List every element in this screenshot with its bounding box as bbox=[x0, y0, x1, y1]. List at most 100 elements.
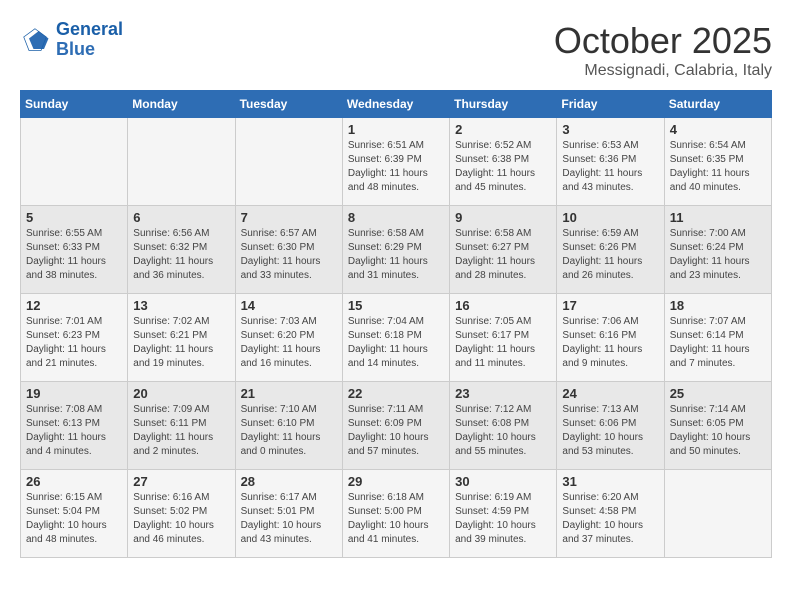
header: General Blue October 2025 Messignadi, Ca… bbox=[20, 20, 772, 80]
calendar-cell: 3 Sunrise: 6:53 AM Sunset: 6:36 PM Daylig… bbox=[557, 118, 664, 206]
weekday-header-row: SundayMondayTuesdayWednesdayThursdayFrid… bbox=[21, 91, 772, 118]
day-number: 23 bbox=[455, 386, 551, 401]
weekday-header-saturday: Saturday bbox=[664, 91, 771, 118]
location-subtitle: Messignadi, Calabria, Italy bbox=[554, 62, 772, 80]
day-number: 11 bbox=[670, 210, 766, 225]
day-info: Sunrise: 7:00 AM Sunset: 6:24 PM Dayligh… bbox=[670, 227, 766, 283]
day-info: Sunrise: 6:17 AM Sunset: 5:01 PM Dayligh… bbox=[241, 491, 337, 547]
day-info: Sunrise: 6:20 AM Sunset: 4:58 PM Dayligh… bbox=[562, 491, 658, 547]
day-info: Sunrise: 7:07 AM Sunset: 6:14 PM Dayligh… bbox=[670, 315, 766, 371]
day-number: 29 bbox=[348, 474, 444, 489]
day-info: Sunrise: 7:01 AM Sunset: 6:23 PM Dayligh… bbox=[26, 315, 122, 371]
calendar-cell: 22Sunrise: 7:11 AM Sunset: 6:09 PM Dayli… bbox=[342, 382, 449, 470]
day-info: Sunrise: 6:16 AM Sunset: 5:02 PM Dayligh… bbox=[133, 491, 229, 547]
day-number: 26 bbox=[26, 474, 122, 489]
calendar-cell: 8 Sunrise: 6:58 AM Sunset: 6:29 PM Daylig… bbox=[342, 206, 449, 294]
weekday-header-thursday: Thursday bbox=[450, 91, 557, 118]
day-number: 13 bbox=[133, 298, 229, 313]
day-number: 5 bbox=[26, 210, 122, 225]
day-number: 30 bbox=[455, 474, 551, 489]
day-info: Sunrise: 7:14 AM Sunset: 6:05 PM Dayligh… bbox=[670, 403, 766, 459]
day-number: 28 bbox=[241, 474, 337, 489]
calendar-cell: 16Sunrise: 7:05 AM Sunset: 6:17 PM Dayli… bbox=[450, 294, 557, 382]
day-number: 3 bbox=[562, 122, 658, 137]
day-number: 20 bbox=[133, 386, 229, 401]
day-info: Sunrise: 6:15 AM Sunset: 5:04 PM Dayligh… bbox=[26, 491, 122, 547]
day-number: 24 bbox=[562, 386, 658, 401]
calendar-cell: 27 Sunrise: 6:16 AM Sunset: 5:02 PM Dayli… bbox=[128, 470, 235, 558]
calendar-cell bbox=[235, 118, 342, 206]
calendar-cell: 10 Sunrise: 6:59 AM Sunset: 6:26 PM Dayli… bbox=[557, 206, 664, 294]
calendar-cell: 1 Sunrise: 6:51 AM Sunset: 6:39 PM Daylig… bbox=[342, 118, 449, 206]
calendar-cell bbox=[664, 470, 771, 558]
day-info: Sunrise: 7:05 AM Sunset: 6:17 PM Dayligh… bbox=[455, 315, 551, 371]
logo-icon bbox=[20, 25, 50, 55]
logo-line2: Blue bbox=[56, 39, 95, 59]
day-info: Sunrise: 6:57 AM Sunset: 6:30 PM Dayligh… bbox=[241, 227, 337, 283]
calendar-cell: 25Sunrise: 7:14 AM Sunset: 6:05 PM Dayli… bbox=[664, 382, 771, 470]
calendar-cell: 18 Sunrise: 7:07 AM Sunset: 6:14 PM Dayli… bbox=[664, 294, 771, 382]
day-info: Sunrise: 6:54 AM Sunset: 6:35 PM Dayligh… bbox=[670, 139, 766, 195]
calendar-cell: 30Sunrise: 6:19 AM Sunset: 4:59 PM Dayli… bbox=[450, 470, 557, 558]
weekday-header-tuesday: Tuesday bbox=[235, 91, 342, 118]
logo-line1: General bbox=[56, 19, 123, 39]
day-info: Sunrise: 7:08 AM Sunset: 6:13 PM Dayligh… bbox=[26, 403, 122, 459]
day-number: 2 bbox=[455, 122, 551, 137]
calendar-cell: 9 Sunrise: 6:58 AM Sunset: 6:27 PM Daylig… bbox=[450, 206, 557, 294]
weekday-header-wednesday: Wednesday bbox=[342, 91, 449, 118]
day-number: 27 bbox=[133, 474, 229, 489]
calendar-week-row: 26 Sunrise: 6:15 AM Sunset: 5:04 PM Dayli… bbox=[21, 470, 772, 558]
day-number: 18 bbox=[670, 298, 766, 313]
day-info: Sunrise: 7:10 AM Sunset: 6:10 PM Dayligh… bbox=[241, 403, 337, 459]
day-info: Sunrise: 6:53 AM Sunset: 6:36 PM Dayligh… bbox=[562, 139, 658, 195]
logo: General Blue bbox=[20, 20, 123, 60]
calendar-cell: 24 Sunrise: 7:13 AM Sunset: 6:06 PM Dayli… bbox=[557, 382, 664, 470]
day-info: Sunrise: 7:04 AM Sunset: 6:18 PM Dayligh… bbox=[348, 315, 444, 371]
day-info: Sunrise: 6:58 AM Sunset: 6:27 PM Dayligh… bbox=[455, 227, 551, 283]
weekday-header-sunday: Sunday bbox=[21, 91, 128, 118]
calendar-cell: 14Sunrise: 7:03 AM Sunset: 6:20 PM Dayli… bbox=[235, 294, 342, 382]
day-number: 1 bbox=[348, 122, 444, 137]
day-info: Sunrise: 6:51 AM Sunset: 6:39 PM Dayligh… bbox=[348, 139, 444, 195]
calendar-cell: 20 Sunrise: 7:09 AM Sunset: 6:11 PM Dayli… bbox=[128, 382, 235, 470]
calendar-cell: 31 Sunrise: 6:20 AM Sunset: 4:58 PM Dayli… bbox=[557, 470, 664, 558]
calendar-cell: 28 Sunrise: 6:17 AM Sunset: 5:01 PM Dayli… bbox=[235, 470, 342, 558]
month-title: October 2025 bbox=[554, 20, 772, 62]
day-number: 31 bbox=[562, 474, 658, 489]
calendar-cell: 26 Sunrise: 6:15 AM Sunset: 5:04 PM Dayli… bbox=[21, 470, 128, 558]
calendar-cell: 2 Sunrise: 6:52 AM Sunset: 6:38 PM Daylig… bbox=[450, 118, 557, 206]
day-number: 6 bbox=[133, 210, 229, 225]
day-number: 9 bbox=[455, 210, 551, 225]
day-info: Sunrise: 6:52 AM Sunset: 6:38 PM Dayligh… bbox=[455, 139, 551, 195]
title-area: October 2025 Messignadi, Calabria, Italy bbox=[554, 20, 772, 80]
calendar-cell: 29Sunrise: 6:18 AM Sunset: 5:00 PM Dayli… bbox=[342, 470, 449, 558]
calendar-cell: 11 Sunrise: 7:00 AM Sunset: 6:24 PM Dayli… bbox=[664, 206, 771, 294]
calendar-cell: 21Sunrise: 7:10 AM Sunset: 6:10 PM Dayli… bbox=[235, 382, 342, 470]
day-info: Sunrise: 7:09 AM Sunset: 6:11 PM Dayligh… bbox=[133, 403, 229, 459]
calendar-table: SundayMondayTuesdayWednesdayThursdayFrid… bbox=[20, 90, 772, 558]
calendar-cell: 7 Sunrise: 6:57 AM Sunset: 6:30 PM Daylig… bbox=[235, 206, 342, 294]
calendar-cell bbox=[128, 118, 235, 206]
calendar-cell: 19 Sunrise: 7:08 AM Sunset: 6:13 PM Dayli… bbox=[21, 382, 128, 470]
calendar-week-row: 5 Sunrise: 6:55 AM Sunset: 6:33 PM Daylig… bbox=[21, 206, 772, 294]
calendar-week-row: 1 Sunrise: 6:51 AM Sunset: 6:39 PM Daylig… bbox=[21, 118, 772, 206]
day-number: 17 bbox=[562, 298, 658, 313]
day-info: Sunrise: 7:06 AM Sunset: 6:16 PM Dayligh… bbox=[562, 315, 658, 371]
day-info: Sunrise: 6:59 AM Sunset: 6:26 PM Dayligh… bbox=[562, 227, 658, 283]
day-number: 8 bbox=[348, 210, 444, 225]
day-info: Sunrise: 6:58 AM Sunset: 6:29 PM Dayligh… bbox=[348, 227, 444, 283]
day-info: Sunrise: 7:03 AM Sunset: 6:20 PM Dayligh… bbox=[241, 315, 337, 371]
day-info: Sunrise: 7:13 AM Sunset: 6:06 PM Dayligh… bbox=[562, 403, 658, 459]
day-number: 10 bbox=[562, 210, 658, 225]
day-info: Sunrise: 6:55 AM Sunset: 6:33 PM Dayligh… bbox=[26, 227, 122, 283]
day-info: Sunrise: 7:11 AM Sunset: 6:09 PM Dayligh… bbox=[348, 403, 444, 459]
day-number: 19 bbox=[26, 386, 122, 401]
calendar-week-row: 12Sunrise: 7:01 AM Sunset: 6:23 PM Dayli… bbox=[21, 294, 772, 382]
weekday-header-monday: Monday bbox=[128, 91, 235, 118]
calendar-cell: 12Sunrise: 7:01 AM Sunset: 6:23 PM Dayli… bbox=[21, 294, 128, 382]
logo-text: General Blue bbox=[56, 20, 123, 60]
day-number: 15 bbox=[348, 298, 444, 313]
calendar-cell: 23Sunrise: 7:12 AM Sunset: 6:08 PM Dayli… bbox=[450, 382, 557, 470]
calendar-cell: 13Sunrise: 7:02 AM Sunset: 6:21 PM Dayli… bbox=[128, 294, 235, 382]
day-number: 7 bbox=[241, 210, 337, 225]
